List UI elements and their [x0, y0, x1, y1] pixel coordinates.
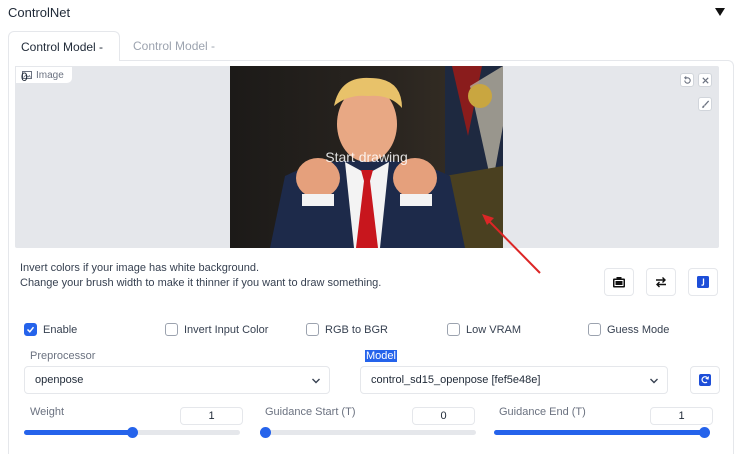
tab-control-model-1[interactable]: Control Model - 1 — [121, 31, 237, 83]
slider-fill — [24, 430, 133, 435]
weight-label: Weight — [30, 406, 65, 418]
chevron-down-icon — [312, 378, 320, 384]
model-value: control_sd15_openpose [fef5e48e] — [371, 374, 541, 386]
brush-icon — [701, 99, 709, 108]
invert-input-color-checkbox[interactable]: Invert Input Color — [165, 323, 268, 336]
preprocessor-label: Preprocessor — [30, 350, 96, 362]
preprocessor-select[interactable]: openpose — [24, 366, 330, 394]
refresh-icon — [699, 374, 711, 386]
refresh-models-button[interactable] — [690, 366, 720, 394]
hint-brush-width: Change your brush width to make it thinn… — [20, 277, 382, 289]
checkbox-label: Low VRAM — [466, 323, 522, 336]
camera-icon — [613, 277, 625, 288]
undo-button[interactable] — [680, 73, 694, 87]
close-icon — [701, 76, 709, 84]
checkbox-label: Guess Mode — [607, 323, 670, 336]
guidance-start-input[interactable]: 0 — [412, 407, 475, 425]
brush-button[interactable] — [698, 97, 712, 111]
checkbox-label: RGB to BGR — [325, 323, 388, 336]
guidance-start-label: Guidance Start (T) — [265, 406, 356, 418]
weight-input[interactable]: 1 — [180, 407, 243, 425]
send-dimensions-button[interactable] — [688, 268, 718, 296]
checkbox-box[interactable] — [306, 323, 319, 336]
annotation-arrow-icon — [482, 214, 541, 274]
slider-fill — [494, 430, 705, 435]
chevron-down-icon — [650, 378, 658, 384]
triangle-down-icon[interactable] — [714, 6, 726, 18]
low-vram-checkbox[interactable]: Low VRAM — [447, 323, 521, 336]
slider-thumb[interactable] — [699, 427, 710, 438]
swap-arrows-icon — [656, 277, 666, 288]
slider-thumb[interactable] — [260, 427, 271, 438]
image-label-text: Image — [36, 69, 64, 81]
guidance-end-input[interactable]: 1 — [650, 407, 713, 425]
rgb-to-bgr-checkbox[interactable]: RGB to BGR — [306, 323, 388, 336]
guidance-end-label: Guidance End (T) — [499, 406, 586, 418]
hint-invert-colors: Invert colors if your image has white ba… — [20, 262, 260, 274]
model-select[interactable]: control_sd15_openpose [fef5e48e] — [360, 366, 668, 394]
camera-button[interactable] — [604, 268, 634, 296]
undo-icon — [683, 75, 691, 84]
guidance-end-slider[interactable] — [494, 427, 710, 438]
send-dimensions-icon — [697, 276, 709, 288]
checkbox-box[interactable] — [24, 323, 37, 336]
guess-mode-checkbox[interactable]: Guess Mode — [588, 323, 669, 336]
weight-slider[interactable] — [24, 427, 240, 438]
start-drawing-placeholder: Start drawing — [325, 149, 408, 165]
clear-image-button[interactable] — [698, 73, 712, 87]
checkbox-label: Enable — [43, 323, 78, 336]
checkbox-box[interactable] — [588, 323, 601, 336]
checkbox-box[interactable] — [165, 323, 178, 336]
checkbox-label: Invert Input Color — [184, 323, 269, 336]
check-icon — [26, 326, 35, 333]
preprocessor-value: openpose — [35, 374, 84, 386]
guidance-start-slider[interactable] — [260, 427, 476, 438]
tab-control-model-0[interactable]: Control Model - 0 — [8, 31, 120, 84]
model-label: Model — [365, 350, 397, 362]
slider-thumb[interactable] — [127, 427, 138, 438]
swap-button[interactable] — [646, 268, 676, 296]
enable-checkbox[interactable]: Enable — [24, 323, 77, 336]
section-title: ControlNet — [8, 5, 71, 20]
checkbox-box[interactable] — [447, 323, 460, 336]
